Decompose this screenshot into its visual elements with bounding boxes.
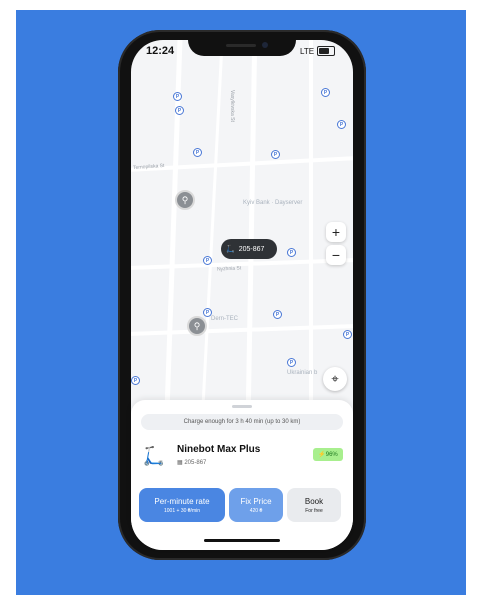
vehicle-sheet: Charge enough for 3 h 40 min (up to 30 k… bbox=[131, 400, 353, 550]
camera bbox=[262, 42, 268, 48]
scooter-icon: 🛴 bbox=[226, 246, 235, 253]
street bbox=[131, 324, 353, 336]
map-view[interactable]: Ternopilska St Vasylkivska St Nyzhnia St… bbox=[131, 40, 353, 410]
parking-marker[interactable]: P bbox=[343, 330, 352, 339]
parking-marker[interactable]: P bbox=[287, 248, 296, 257]
battery-badge: ⚡ 96% bbox=[313, 448, 343, 461]
street-label: Vasylkivska St bbox=[229, 90, 235, 122]
vehicle-id: ▦ 205-867 bbox=[177, 460, 207, 466]
rate-title: Per-minute rate bbox=[154, 496, 210, 506]
parking-marker[interactable]: P bbox=[203, 308, 212, 317]
rate-subtitle: 420 ₴ bbox=[249, 507, 263, 514]
book-button[interactable]: Book For free bbox=[287, 488, 341, 522]
street bbox=[245, 40, 258, 410]
selected-vehicle-pill[interactable]: 🛴 205-867 bbox=[221, 239, 277, 259]
parking-marker[interactable]: P bbox=[337, 120, 346, 129]
parking-marker[interactable]: P bbox=[131, 376, 140, 385]
speaker bbox=[226, 44, 256, 47]
rate-title: Fix Price bbox=[240, 496, 272, 506]
rate-title: Book bbox=[304, 496, 324, 506]
home-indicator bbox=[204, 539, 280, 542]
network-label: LTE bbox=[300, 46, 315, 56]
street-label: Nyzhnia St bbox=[216, 265, 242, 273]
scooter-marker[interactable]: ⚲ bbox=[187, 316, 207, 336]
scooter-icon: 🛴 bbox=[142, 445, 166, 466]
parking-marker[interactable]: P bbox=[271, 150, 280, 159]
zoom-out-button[interactable]: − bbox=[326, 245, 346, 265]
street bbox=[131, 156, 353, 172]
parking-marker[interactable]: P bbox=[287, 358, 296, 367]
poi-label: Kyiv Bank · Dayserver bbox=[243, 200, 303, 206]
parking-marker[interactable]: P bbox=[173, 92, 182, 101]
street bbox=[309, 40, 313, 410]
poi-label: Dern-TEC bbox=[211, 316, 239, 322]
parking-marker[interactable]: P bbox=[193, 148, 202, 157]
street bbox=[131, 258, 353, 270]
sheet-handle[interactable] bbox=[232, 405, 252, 408]
vehicle-name: Ninebot Max Plus bbox=[177, 444, 261, 455]
status-time: 12:24 bbox=[146, 45, 175, 57]
locate-button[interactable]: ⌖ bbox=[323, 367, 347, 391]
qr-icon: ▦ bbox=[177, 460, 183, 466]
parking-marker[interactable]: P bbox=[321, 88, 330, 97]
poi-label: Ukrainian b bbox=[287, 370, 318, 376]
scooter-marker[interactable]: ⚲ bbox=[175, 190, 195, 210]
parking-marker[interactable]: P bbox=[203, 256, 212, 265]
street bbox=[201, 40, 224, 410]
status-icons: LTE bbox=[300, 46, 336, 56]
rate-options: Per-minute rate 1001 + 30 ₴/min Fix Pric… bbox=[139, 488, 345, 522]
vehicle-info: 🛴 Ninebot Max Plus ▦ 205-867 ⚡ 96% bbox=[141, 440, 343, 472]
parking-marker[interactable]: P bbox=[175, 106, 184, 115]
zoom-in-button[interactable]: + bbox=[326, 222, 346, 242]
rate-subtitle: For free bbox=[305, 507, 323, 514]
charge-banner: Charge enough for 3 h 40 min (up to 30 k… bbox=[141, 414, 343, 430]
fix-price-button[interactable]: Fix Price 420 ₴ bbox=[229, 488, 283, 522]
rate-subtitle: 1001 + 30 ₴/min bbox=[164, 507, 200, 514]
per-minute-rate-button[interactable]: Per-minute rate 1001 + 30 ₴/min bbox=[139, 488, 225, 522]
lightning-icon: ⚡ bbox=[318, 452, 326, 458]
battery-icon bbox=[317, 46, 336, 56]
parking-marker[interactable]: P bbox=[273, 310, 282, 319]
crosshair-icon: ⌖ bbox=[331, 371, 339, 386]
selected-vehicle-id: 205-867 bbox=[238, 245, 265, 253]
